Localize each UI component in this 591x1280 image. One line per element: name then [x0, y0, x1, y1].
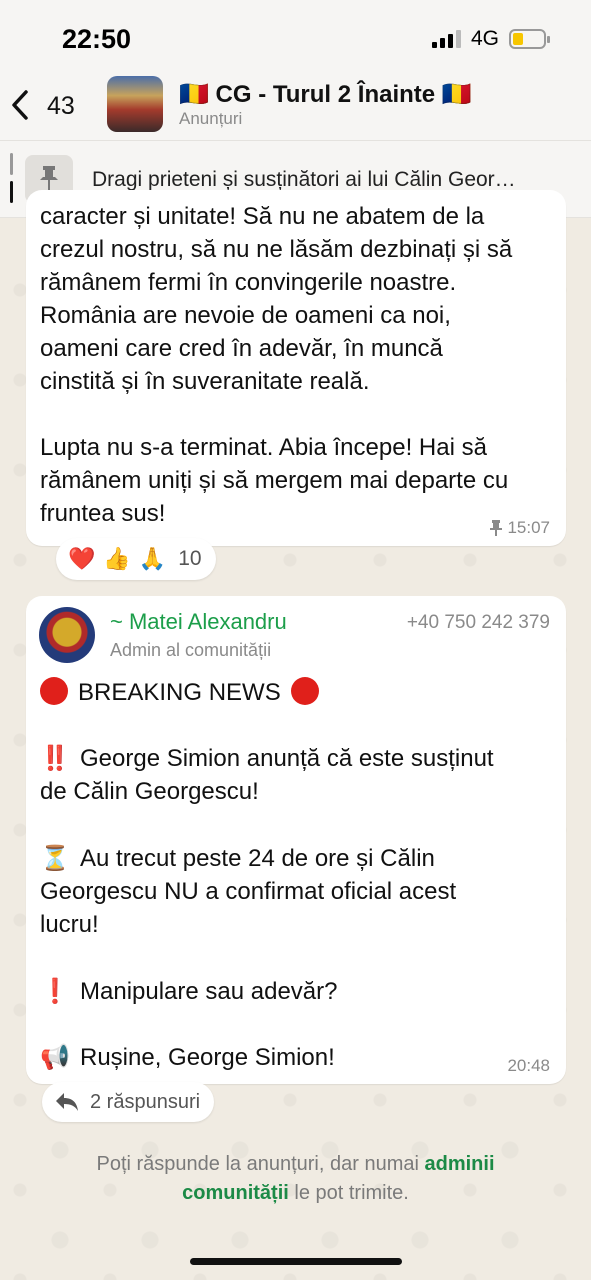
double-exclamation-icon: ‼️	[40, 745, 70, 772]
pin-icon	[40, 166, 58, 191]
message-line: lucru!	[40, 911, 99, 938]
red-circle-icon	[40, 677, 68, 705]
community-link[interactable]: comunității	[182, 1182, 289, 1204]
message-time: 15:07	[507, 518, 550, 537]
heart-reaction-icon: ❤️	[68, 546, 96, 571]
megaphone-icon: 📢	[40, 1044, 70, 1071]
hourglass-icon: ⏳	[40, 845, 70, 872]
signal-icon	[432, 30, 462, 48]
battery-icon	[509, 29, 550, 49]
message-line: ‼️ George Simion anunță că este susținut	[40, 742, 550, 775]
group-avatar[interactable]	[107, 76, 163, 132]
pinned-text: Dragi prieteni și susținători ai lui Căl…	[92, 168, 516, 191]
back-button[interactable]: 43	[10, 86, 90, 126]
pray-reaction-icon: 🙏	[138, 546, 167, 571]
message-line: Georgescu NU a confirmat oficial acest	[40, 878, 457, 905]
sender-phone: +40 750 242 379	[406, 612, 550, 633]
pinned-indicator	[10, 153, 13, 203]
message-bubble[interactable]: ~ Matei Alexandru +40 750 242 379 Admin …	[26, 596, 566, 1084]
group-subtitle: Anunțuri	[179, 109, 243, 128]
chat-header: 43 🇷🇴 CG - Turul 2 Înainte 🇷🇴 Anunțuri	[0, 74, 591, 140]
status-bar: 22:50 4G	[0, 0, 591, 74]
message-line: BREAKING NEWS	[40, 676, 550, 709]
reply-arrow-icon	[56, 1093, 78, 1111]
group-title[interactable]: 🇷🇴 CG - Turul 2 Înainte 🇷🇴	[179, 80, 472, 109]
network-label: 4G	[471, 27, 500, 50]
message-line: ⏳ Au trecut peste 24 de ore și Călin	[40, 842, 550, 875]
chevron-left-icon	[12, 90, 28, 120]
message-bubble[interactable]: caracter și unitate! Să nu ne abatem de …	[26, 190, 566, 546]
status-time: 22:50	[62, 24, 132, 54]
home-indicator[interactable]	[190, 1258, 402, 1265]
reactions-bar[interactable]: ❤️ 👍 🙏 10	[56, 538, 216, 580]
thumbs-up-reaction-icon: 👍	[103, 546, 131, 571]
replies-button[interactable]: 2 răspunsuri	[42, 1082, 215, 1122]
sender-avatar[interactable]	[39, 607, 95, 663]
unread-count: 43	[47, 92, 75, 120]
announcement-footer: Poți răspunde la anunțuri, dar numai adm…	[96, 1153, 495, 1204]
red-circle-icon	[290, 677, 319, 705]
sender-name[interactable]: ~ Matei Alexandru	[110, 609, 287, 635]
reaction-count: 10	[178, 547, 202, 570]
breaking-news-text: BREAKING NEWS	[78, 679, 281, 706]
message-line: de Călin Georgescu!	[40, 778, 259, 805]
message-meta: 15:07	[489, 518, 550, 538]
admins-link[interactable]: adminii	[424, 1153, 494, 1175]
replies-label: 2 răspunsuri	[90, 1090, 201, 1113]
message-line: 📢 Rușine, George Simion!	[40, 1041, 550, 1074]
message-line: ❗ Manipulare sau adevăr?	[40, 975, 550, 1008]
pin-icon	[490, 520, 503, 536]
message-time: 20:48	[507, 1056, 550, 1075]
exclamation-icon: ❗	[40, 978, 70, 1005]
sender-role: Admin al comunității	[110, 640, 272, 660]
message-text: caracter și unitate! Să nu ne abatem de …	[40, 203, 513, 527]
